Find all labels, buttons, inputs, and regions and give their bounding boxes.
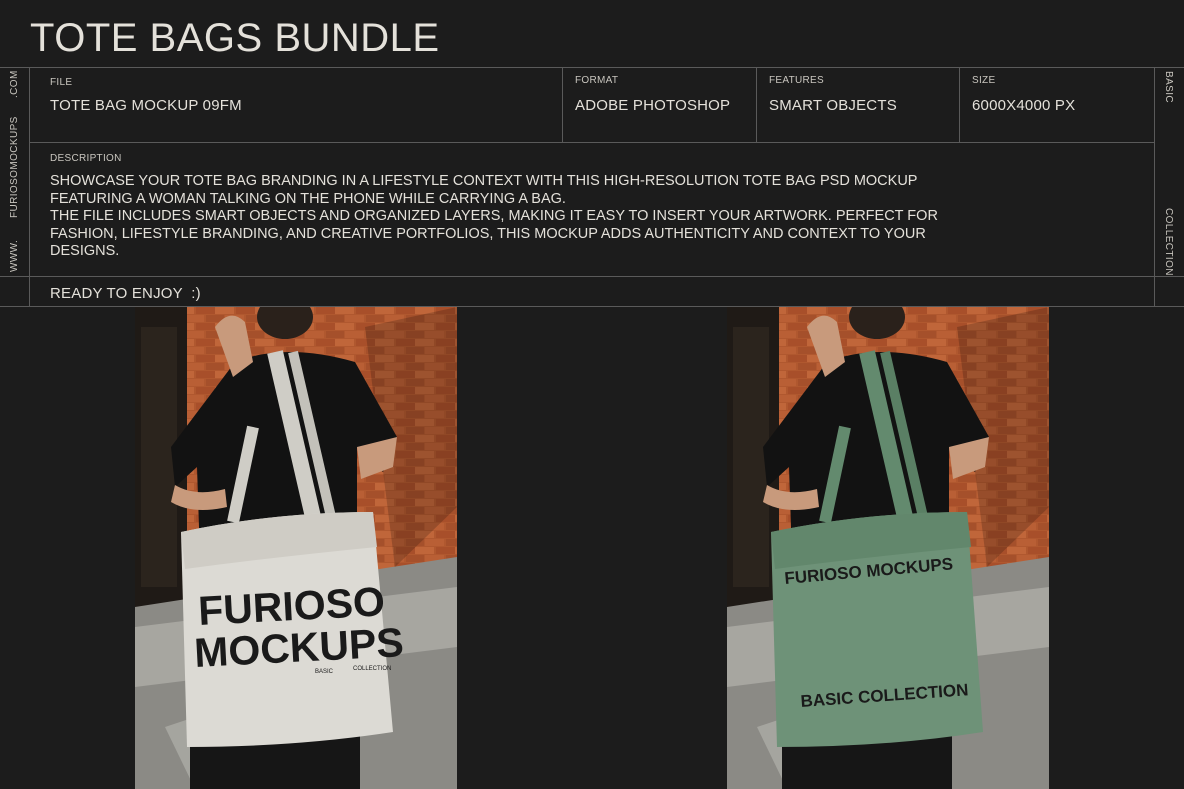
features-label: FEATURES	[769, 75, 824, 86]
format-value: ADOBE PHOTOSHOP	[575, 97, 731, 114]
side-text-basic: BASIC	[1163, 71, 1174, 104]
file-value: TOTE BAG MOCKUP 09FM	[50, 97, 242, 114]
description-paragraph: SHOWCASE YOUR TOTE BAG BRANDING IN A LIF…	[50, 173, 918, 207]
divider-left	[29, 67, 30, 307]
features-value: SMART OBJECTS	[769, 97, 897, 114]
ready-text: READY TO ENJOY :)	[50, 285, 201, 302]
divider-top	[0, 67, 1184, 68]
side-text-collection: COLLECTION	[1163, 208, 1174, 276]
side-text-www: WWW.	[9, 239, 20, 272]
side-text-com: .COM	[9, 70, 20, 98]
description-paragraph: THE FILE INCLUDES SMART OBJECTS AND ORGA…	[50, 208, 938, 259]
description-text: SHOWCASE YOUR TOTE BAG BRANDING IN A LIF…	[50, 173, 970, 261]
mockup-photo-white: FURIOSO MOCKUPS BASIC COLLECTION	[135, 307, 457, 789]
description-label: DESCRIPTION	[50, 153, 122, 164]
side-text-brand: FURIOSOMOCKUPS	[9, 116, 20, 218]
divider-features	[756, 67, 757, 143]
divider-description	[0, 276, 1184, 277]
divider-size	[959, 67, 960, 143]
page-title: TOTE BAGS BUNDLE	[30, 16, 440, 60]
bag-print-small-2: COLLECTION	[353, 666, 391, 672]
bag-print-small-1: BASIC	[315, 669, 334, 675]
mockup-photo-green: FURIOSO MOCKUPS BASIC COLLECTION	[727, 307, 1049, 789]
divider-format	[562, 67, 563, 143]
divider-specs	[30, 142, 1154, 143]
format-label: FORMAT	[575, 75, 619, 86]
file-label: FILE	[50, 77, 73, 88]
divider-right	[1154, 67, 1155, 307]
size-label: SIZE	[972, 75, 996, 86]
size-value: 6000X4000 PX	[972, 97, 1076, 114]
